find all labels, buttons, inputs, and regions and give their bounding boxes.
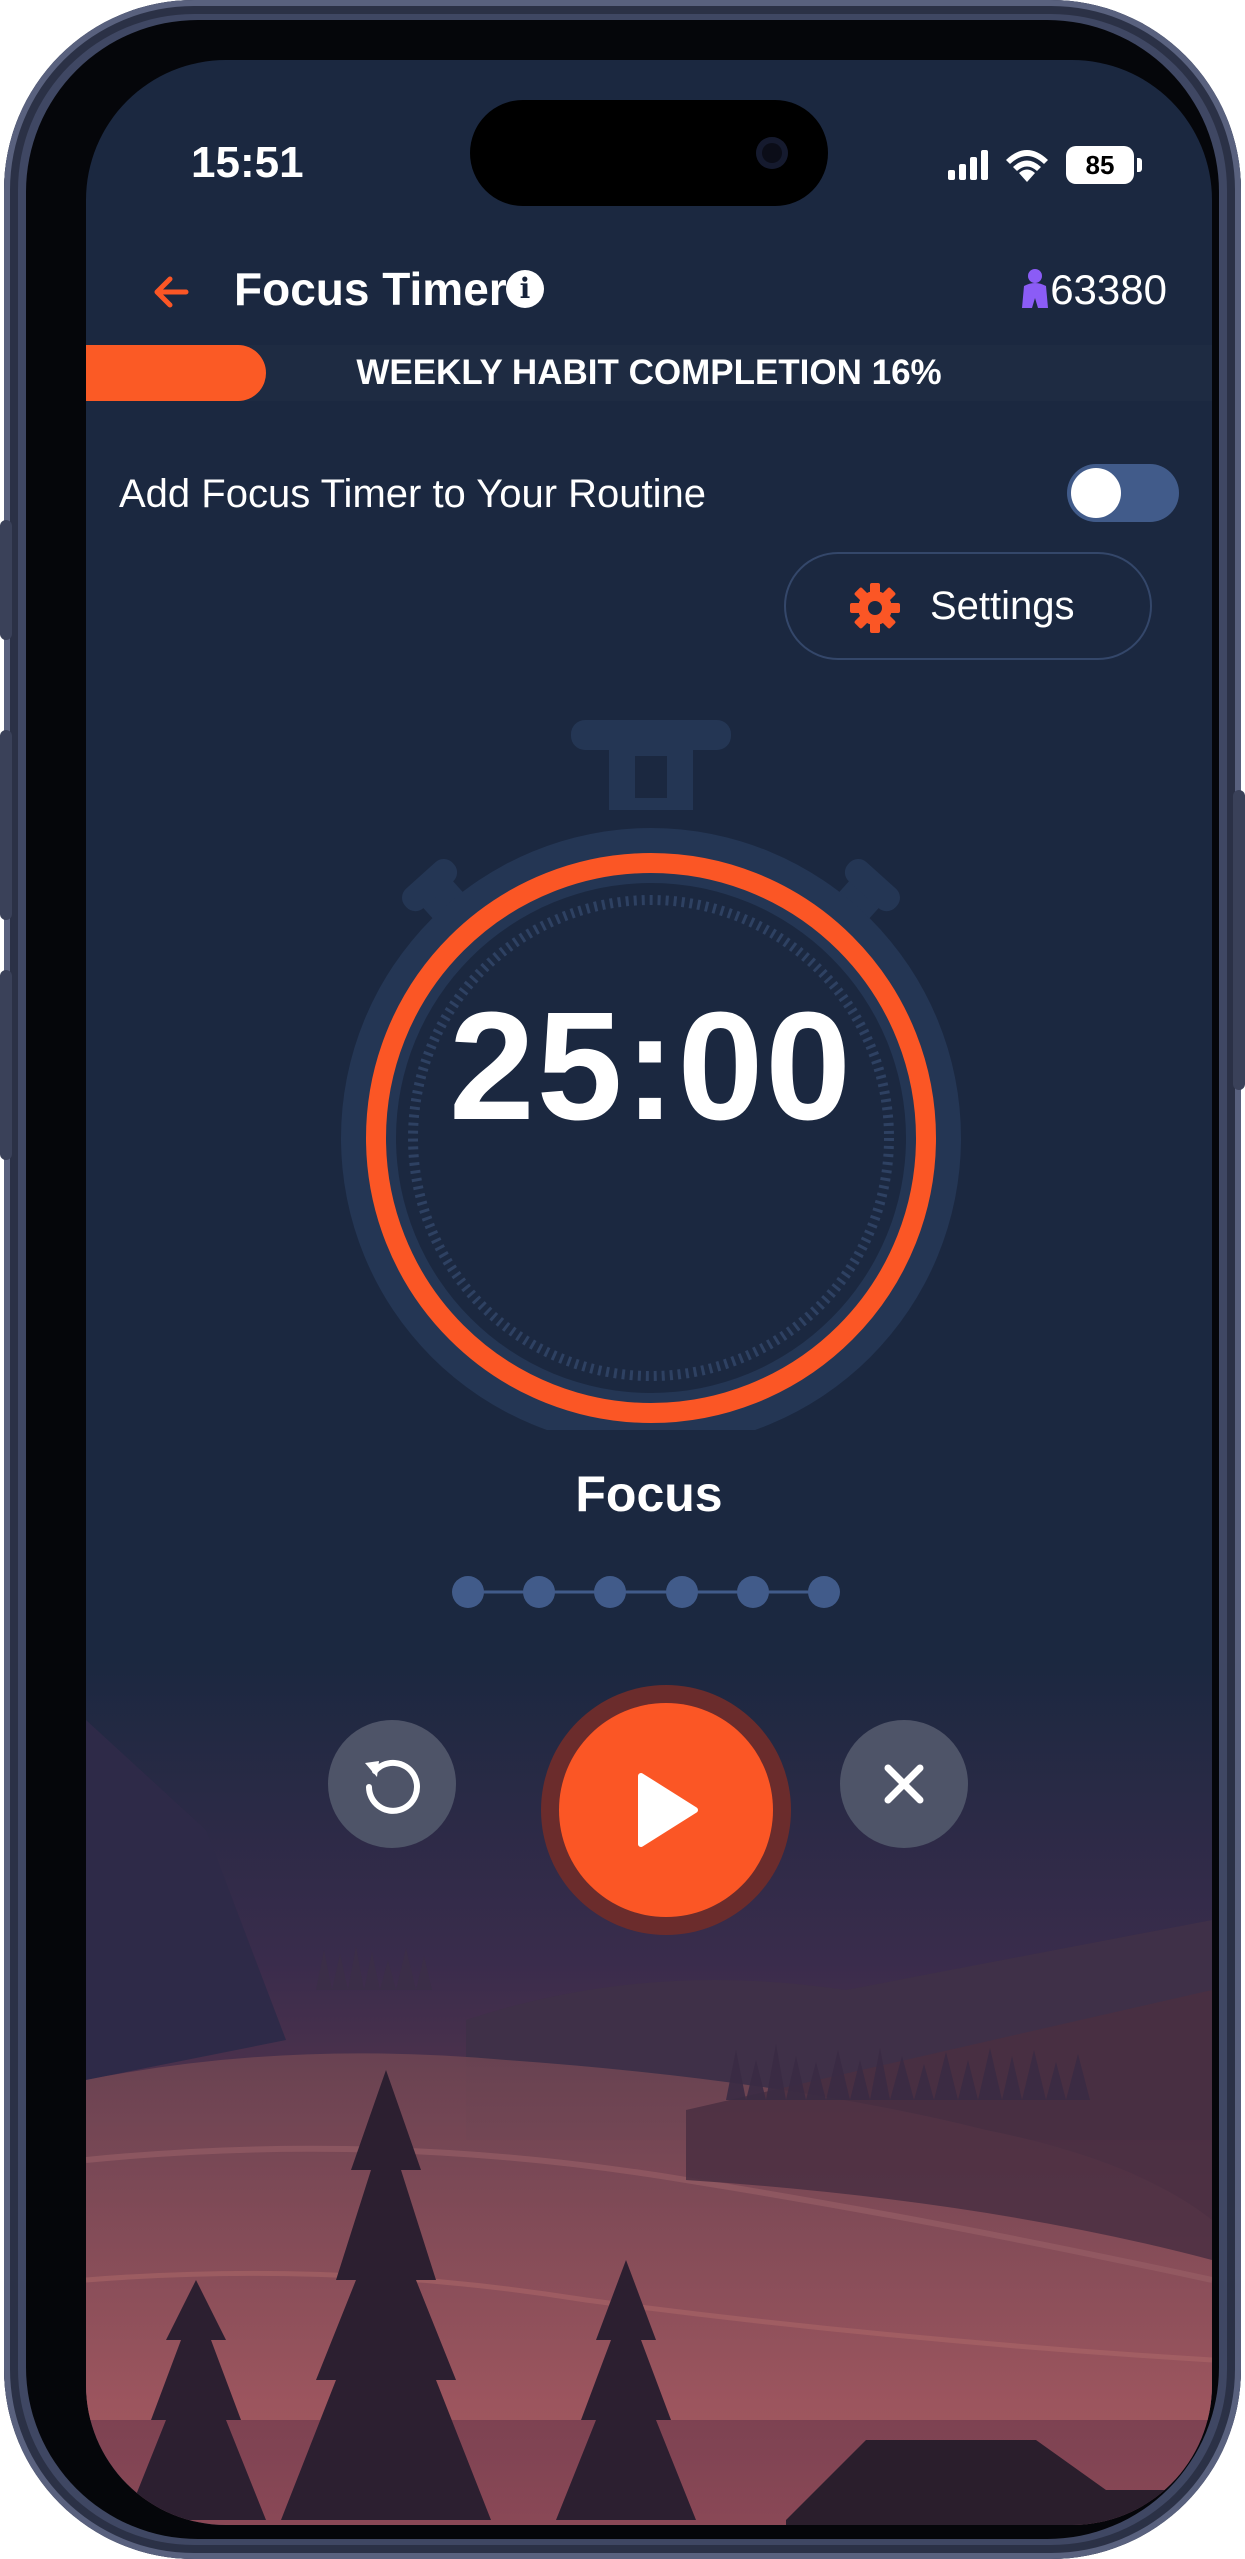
battery-indicator: 85 <box>1066 146 1142 184</box>
session-dot <box>737 1576 769 1608</box>
status-icons: 85 <box>948 146 1142 184</box>
settings-label: Settings <box>930 584 1075 628</box>
stop-button[interactable] <box>840 1720 968 1848</box>
page-title: Focus Timer <box>234 263 507 315</box>
volume-down-button <box>0 970 12 1160</box>
session-dot <box>594 1576 626 1608</box>
bezel: 15:51 85 Focus Timer i 63380 WEEKLY HABI… <box>26 20 1219 2539</box>
dynamic-island <box>470 100 828 206</box>
session-dot <box>666 1576 698 1608</box>
play-icon <box>638 1773 698 1847</box>
stopwatch: 25:00 <box>341 710 961 1430</box>
play-button[interactable] <box>541 1685 791 1935</box>
close-icon <box>884 1764 924 1804</box>
timer-mode-label: Focus <box>575 1466 723 1522</box>
header: Focus Timer i 63380 <box>86 240 1212 345</box>
session-dots <box>452 1576 840 1608</box>
signal-icon <box>948 150 988 180</box>
phone-frame: 15:51 85 Focus Timer i 63380 WEEKLY HABI… <box>0 0 1245 2559</box>
screen: 15:51 85 Focus Timer i 63380 WEEKLY HABI… <box>86 60 1212 2525</box>
hero-icon <box>1022 269 1048 308</box>
session-dot <box>523 1576 555 1608</box>
back-arrow-icon[interactable] <box>146 264 202 320</box>
weekly-progress-bar: WEEKLY HABIT COMPLETION 16% <box>86 345 1212 401</box>
routine-label: Add Focus Timer to Your Routine <box>119 472 706 516</box>
gear-icon <box>850 583 900 633</box>
info-icon[interactable]: i <box>506 270 544 308</box>
routine-toggle[interactable] <box>1067 464 1179 522</box>
status-time: 15:51 <box>191 138 304 187</box>
power-button <box>1233 790 1245 1090</box>
session-dot <box>452 1576 484 1608</box>
action-button <box>0 520 12 640</box>
volume-up-button <box>0 730 12 920</box>
play-button-inner <box>559 1703 773 1917</box>
toggle-knob <box>1071 468 1121 518</box>
timer-display: 25:00 <box>449 980 853 1152</box>
settings-button[interactable]: Settings <box>784 552 1152 660</box>
wifi-icon <box>1006 150 1048 182</box>
session-dot <box>808 1576 840 1608</box>
reset-icon <box>365 1759 420 1814</box>
weekly-progress-label: WEEKLY HABIT COMPLETION 16% <box>356 353 942 392</box>
coin-balance: 63380 <box>1050 266 1167 313</box>
camera-icon <box>756 137 788 169</box>
reset-button[interactable] <box>328 1720 456 1848</box>
